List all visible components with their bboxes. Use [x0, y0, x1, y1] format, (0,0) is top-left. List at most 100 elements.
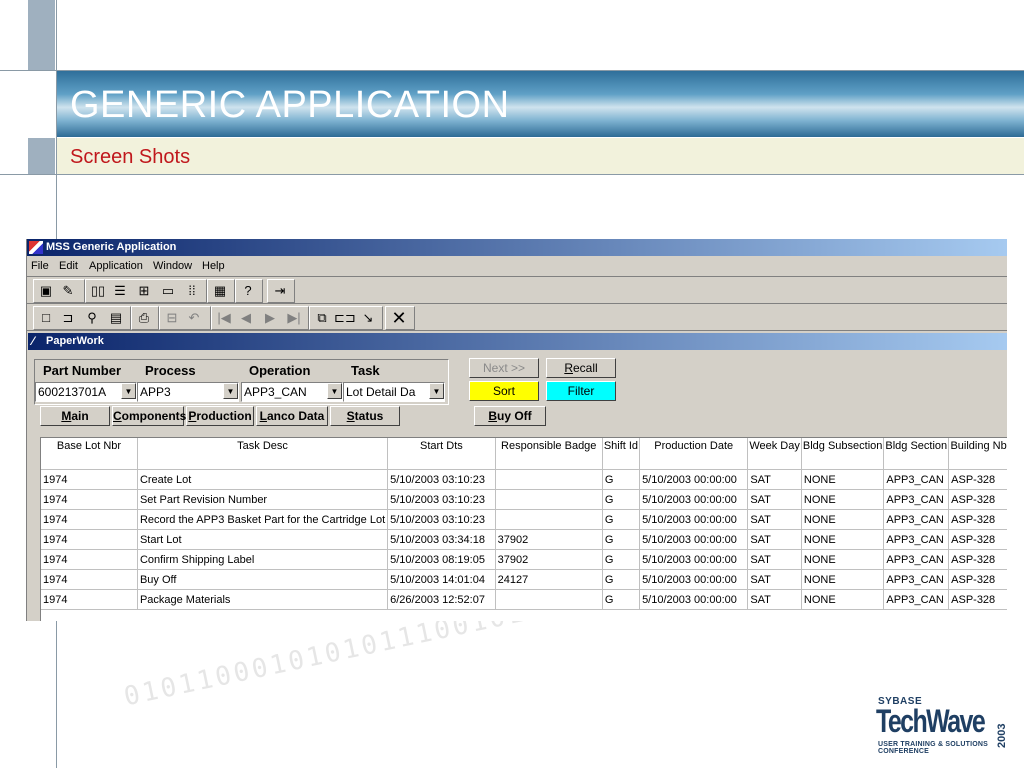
table-cell[interactable]: 37902 [495, 529, 603, 550]
close-icon[interactable]: ✕ [389, 309, 409, 327]
last-icon[interactable]: ▶| [284, 309, 304, 327]
tab-components[interactable]: Components [112, 406, 186, 426]
table-cell[interactable]: APP3_CAN [883, 469, 950, 490]
chevron-down-icon[interactable]: ▼ [121, 383, 136, 399]
table-cell[interactable]: Set Part Revision Number [137, 489, 389, 510]
next-icon[interactable]: ▶ [260, 309, 280, 327]
table-cell[interactable]: 5/10/2003 14:01:04 [387, 569, 496, 590]
table-cell[interactable]: 1974 [41, 569, 138, 590]
table-cell[interactable]: 24127 [495, 569, 603, 590]
table-cell[interactable]: SAT [747, 589, 802, 610]
table-cell[interactable]: APP3_CAN [883, 529, 950, 550]
table-cell[interactable]: G [602, 569, 641, 590]
undo-icon[interactable]: ↶ [184, 309, 204, 327]
table-cell[interactable]: 1974 [41, 469, 138, 490]
table-cell[interactable]: 1974 [41, 549, 138, 570]
column-header[interactable]: Shift Id [602, 438, 641, 470]
open-icon[interactable]: ⊐ [58, 309, 78, 327]
edit-icon[interactable]: ✎ [58, 282, 78, 300]
chevron-down-icon[interactable]: ▼ [327, 383, 342, 399]
table-cell[interactable]: Record the APP3 Basket Part for the Cart… [137, 509, 389, 530]
table-cell[interactable]: ASP-328 [948, 549, 1007, 570]
task-select[interactable]: Lot Detail Da ▼ [343, 382, 445, 402]
column-header[interactable]: Bldg Subsection [801, 438, 885, 470]
print-icon[interactable]: ⎙ [134, 309, 154, 327]
new-icon[interactable]: □ [36, 309, 56, 327]
import-icon[interactable]: ⊟ [162, 309, 182, 327]
table-cell[interactable]: SAT [747, 529, 802, 550]
table-cell[interactable]: ASP-328 [948, 589, 1007, 610]
table-cell[interactable] [495, 489, 603, 510]
table-cell[interactable]: 1974 [41, 489, 138, 510]
column-header[interactable]: Production Date [639, 438, 749, 470]
column-header[interactable]: Bldg Section [883, 438, 950, 470]
table-icon[interactable]: ▦ [210, 282, 230, 300]
table-row[interactable]: 1974 Buy Off 5/10/2003 14:01:04 24127 G 5/10/… [41, 569, 1007, 590]
grid-icon[interactable]: ⁞⁞ [182, 282, 202, 300]
table-cell[interactable]: 5/10/2003 00:00:00 [639, 569, 749, 590]
chevron-down-icon[interactable]: ▼ [223, 383, 238, 399]
table-cell[interactable]: 5/10/2003 08:19:05 [387, 549, 496, 570]
recall-button[interactable]: Recall [546, 358, 616, 378]
table-cell[interactable]: 5/10/2003 00:00:00 [639, 549, 749, 570]
paperwork-titlebar[interactable]: ⁄ PaperWork [28, 333, 1007, 350]
table-cell[interactable]: G [602, 469, 641, 490]
table-cell[interactable]: SAT [747, 489, 802, 510]
table-cell[interactable]: 5/10/2003 03:10:23 [387, 509, 496, 530]
operation-select[interactable]: APP3_CAN ▼ [241, 382, 343, 402]
menu-window[interactable]: Window [153, 260, 192, 272]
table-cell[interactable]: ASP-328 [948, 569, 1007, 590]
table-row[interactable]: 1974 Set Part Revision Number 5/10/2003 03… [41, 489, 1007, 510]
table-cell[interactable]: NONE [801, 569, 885, 590]
menu-file[interactable]: File [31, 260, 49, 272]
tab-main[interactable]: Main [40, 406, 110, 426]
table-cell[interactable]: G [602, 549, 641, 570]
part-number-select[interactable]: 600213701A ▼ [35, 382, 137, 402]
window-icon[interactable]: ▭ [158, 282, 178, 300]
table-cell[interactable]: Create Lot [137, 469, 389, 490]
save-icon[interactable]: ▤ [106, 309, 126, 327]
columns-icon[interactable]: ▯▯ [88, 282, 108, 300]
app-titlebar[interactable]: MSS Generic Application [27, 239, 1007, 256]
table-cell[interactable]: G [602, 529, 641, 550]
table-cell[interactable]: 1974 [41, 509, 138, 530]
column-header[interactable]: Task Desc [137, 438, 389, 470]
table-cell[interactable]: NONE [801, 529, 885, 550]
table-cell[interactable]: 5/10/2003 00:00:00 [639, 469, 749, 490]
table-row[interactable]: 1974 Create Lot 5/10/2003 03:10:23 G 5/10/20… [41, 469, 1007, 490]
table-cell[interactable]: ASP-328 [948, 469, 1007, 490]
table-cell[interactable]: NONE [801, 509, 885, 530]
table-cell[interactable]: APP3_CAN [883, 509, 950, 530]
column-header[interactable]: Week Day [747, 438, 802, 470]
menu-application[interactable]: Application [89, 260, 143, 272]
table-cell[interactable]: APP3_CAN [883, 489, 950, 510]
prev-icon[interactable]: ◀ [236, 309, 256, 327]
table-cell[interactable]: 1974 [41, 589, 138, 610]
tree-icon[interactable]: ⊞ [134, 282, 154, 300]
table-cell[interactable]: APP3_CAN [883, 589, 950, 610]
table-row[interactable]: 1974 Confirm Shipping Label 5/10/2003 08:1… [41, 549, 1007, 570]
properties-icon[interactable]: ▣ [36, 282, 56, 300]
table-cell[interactable]: ASP-328 [948, 509, 1007, 530]
table-cell[interactable]: ASP-328 [948, 529, 1007, 550]
table-cell[interactable]: 1974 [41, 529, 138, 550]
table-cell[interactable]: G [602, 589, 641, 610]
table-cell[interactable] [495, 589, 603, 610]
table-row[interactable]: 1974 Record the APP3 Basket Part for the … [41, 509, 1007, 530]
menu-edit[interactable]: Edit [59, 260, 78, 272]
table-cell[interactable]: NONE [801, 589, 885, 610]
table-cell[interactable] [495, 469, 603, 490]
table-cell[interactable]: 5/10/2003 03:10:23 [387, 469, 496, 490]
table-cell[interactable]: Confirm Shipping Label [137, 549, 389, 570]
table-cell[interactable]: SAT [747, 469, 802, 490]
table-cell[interactable]: ASP-328 [948, 489, 1007, 510]
rows-icon[interactable]: ☰ [110, 282, 130, 300]
tab-production[interactable]: Production [186, 406, 254, 426]
table-cell[interactable]: APP3_CAN [883, 569, 950, 590]
table-cell[interactable]: 37902 [495, 549, 603, 570]
next-button[interactable]: Next >> [469, 358, 539, 378]
exit-icon[interactable]: ⇥ [270, 282, 290, 300]
first-icon[interactable]: |◀ [214, 309, 234, 327]
table-cell[interactable]: 5/10/2003 00:00:00 [639, 589, 749, 610]
table-cell[interactable]: 5/10/2003 00:00:00 [639, 509, 749, 530]
